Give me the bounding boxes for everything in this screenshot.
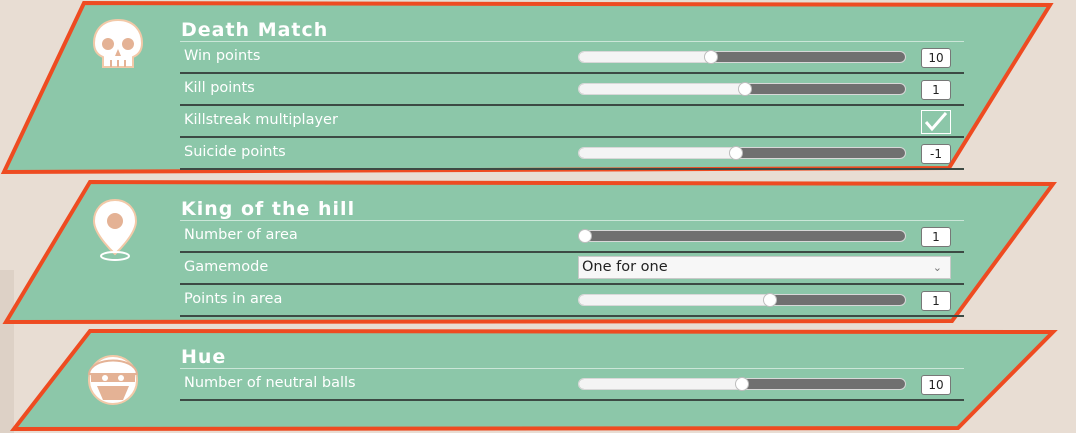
- suicide-points-value[interactable]: -1: [921, 144, 951, 164]
- row-label: Suicide points: [184, 144, 286, 160]
- checkmark-icon: [924, 112, 948, 132]
- select-value: One for one: [582, 259, 668, 275]
- points-in-area-slider[interactable]: [578, 294, 906, 306]
- points-in-area-row: Points in area 1: [180, 285, 964, 317]
- row-label: Gamemode: [184, 259, 269, 275]
- section-title: King of the hill: [180, 198, 964, 221]
- row-label: Number of area: [184, 227, 298, 243]
- slider-knob[interactable]: [728, 146, 743, 160]
- slider-knob[interactable]: [703, 50, 718, 64]
- win-points-slider[interactable]: [578, 51, 906, 63]
- row-label: Kill points: [184, 80, 255, 96]
- killstreak-row: Killstreak multiplayer: [180, 106, 964, 138]
- row-label: Win points: [184, 48, 261, 64]
- kill-points-row: Kill points 1: [180, 74, 964, 106]
- number-of-area-slider[interactable]: [578, 230, 906, 242]
- win-points-row: Win points 10: [180, 42, 964, 74]
- points-in-area-value[interactable]: 1: [921, 291, 951, 311]
- slider-knob[interactable]: [735, 377, 749, 391]
- king-of-the-hill-panel: King of the hill Number of area 1 Gamemo…: [0, 178, 1076, 326]
- killstreak-checkbox[interactable]: [921, 110, 951, 134]
- masked-thief-icon: [83, 346, 143, 406]
- gamemode-row: Gamemode One for one ⌄: [180, 253, 964, 285]
- gamemode-select[interactable]: One for one ⌄: [578, 256, 951, 279]
- number-of-area-row: Number of area 1: [180, 221, 964, 253]
- death-match-panel: Death Match Win points 10 Kill points 1 …: [0, 0, 1076, 175]
- win-points-value[interactable]: 10: [921, 48, 951, 68]
- section-title: Death Match: [180, 19, 964, 42]
- row-label: Number of neutral balls: [184, 375, 356, 391]
- chevron-down-icon: ⌄: [932, 261, 942, 274]
- slider-knob[interactable]: [578, 229, 592, 243]
- number-of-neutral-balls-row: Number of neutral balls 10: [180, 369, 964, 401]
- hue-panel: Hue Number of neutral balls 10: [0, 328, 1076, 433]
- suicide-points-row: Suicide points -1: [180, 138, 964, 170]
- neutral-balls-value[interactable]: 10: [921, 375, 951, 395]
- section-title: Hue: [180, 346, 964, 369]
- number-of-area-value[interactable]: 1: [921, 227, 951, 247]
- kill-points-value[interactable]: 1: [921, 80, 951, 100]
- skull-icon: [88, 15, 148, 75]
- row-label: Points in area: [184, 291, 283, 307]
- row-label: Killstreak multiplayer: [184, 112, 338, 128]
- location-pin-icon: [85, 196, 145, 261]
